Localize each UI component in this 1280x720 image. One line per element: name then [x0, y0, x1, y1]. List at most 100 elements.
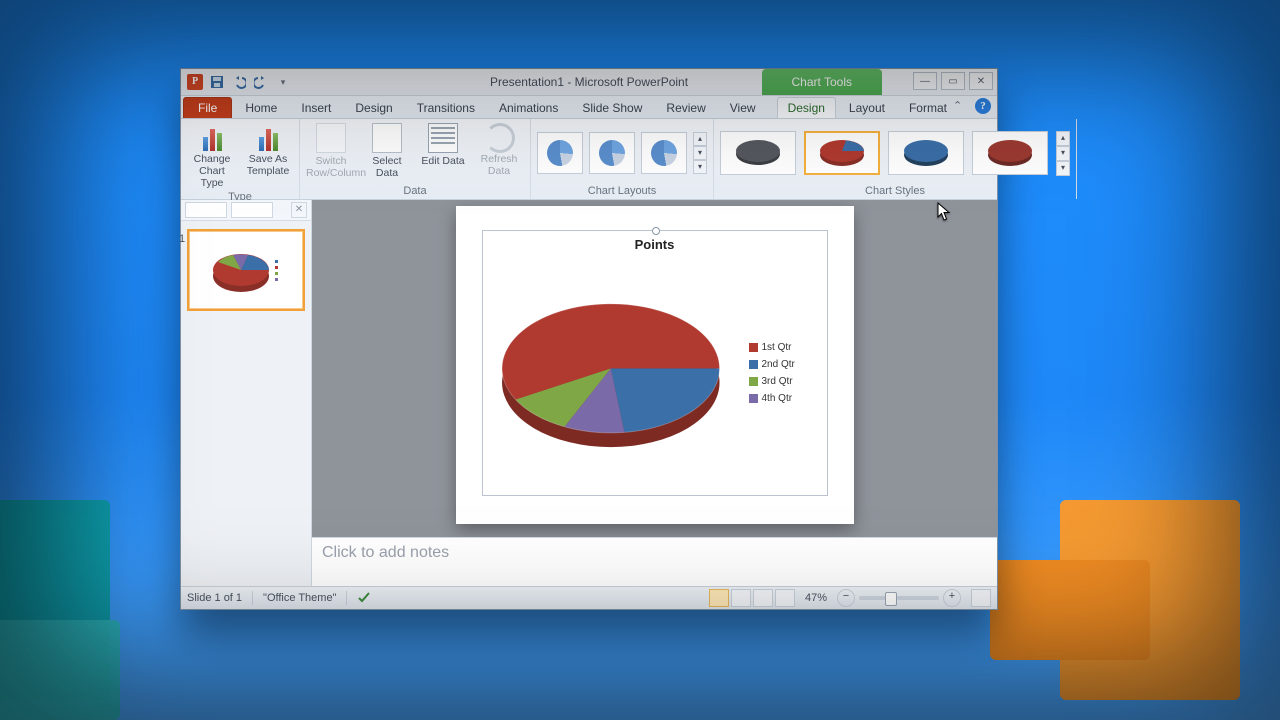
- group-label-chart-layouts: Chart Layouts: [537, 183, 707, 197]
- ribbon-group-chart-layouts: ▴▾▾ Chart Layouts: [531, 119, 714, 199]
- redo-icon[interactable]: [253, 74, 269, 90]
- window-minimize-button[interactable]: —: [913, 72, 937, 90]
- chart-legend: 1st Qtr2nd Qtr3rd Qtr4th Qtr: [749, 259, 819, 487]
- view-slidesorter-button[interactable]: [731, 589, 751, 607]
- zoom-out-button[interactable]: −: [837, 589, 855, 607]
- notes-pane[interactable]: Click to add notes: [312, 537, 997, 586]
- zoom-fit-button[interactable]: [971, 589, 991, 607]
- tab-charttools-layout[interactable]: Layout: [838, 97, 896, 118]
- tab-charttools-format[interactable]: Format: [898, 97, 958, 118]
- divider: [346, 591, 347, 605]
- help-icon[interactable]: ?: [975, 98, 991, 114]
- slide-thumbnail[interactable]: 1: [187, 229, 305, 311]
- change-chart-type-label: Change Chart Type: [187, 153, 237, 189]
- ribbon: Change Chart Type Save As Template Type …: [181, 119, 997, 200]
- chart-layouts-scroll[interactable]: ▴▾▾: [693, 132, 707, 174]
- view-reading-button[interactable]: [753, 589, 773, 607]
- tab-slideshow[interactable]: Slide Show: [571, 97, 653, 118]
- window-close-button[interactable]: ✕: [969, 72, 993, 90]
- wallpaper-shape: [990, 560, 1150, 660]
- slide-editor: Points 1st Qtr2nd Qtr3rd Qtr4th Qtr Clic…: [312, 200, 997, 586]
- resize-handle[interactable]: [652, 227, 660, 235]
- save-icon[interactable]: [209, 74, 225, 90]
- pane-close-button[interactable]: ✕: [291, 202, 307, 218]
- bar-chart-icon: [198, 123, 226, 151]
- pie-chart[interactable]: 1st Qtr2nd Qtr3rd Qtr4th Qtr: [491, 259, 819, 487]
- tab-charttools-design[interactable]: Design: [777, 97, 836, 118]
- save-as-template-button[interactable]: Save As Template: [243, 123, 293, 177]
- chart-layout-option[interactable]: [589, 132, 635, 174]
- chart-style-option-selected[interactable]: [804, 131, 880, 175]
- zoom-in-button[interactable]: +: [943, 589, 961, 607]
- select-data-button[interactable]: Select Data: [362, 123, 412, 179]
- divider: [252, 591, 253, 605]
- view-buttons: [709, 589, 795, 607]
- chart-style-option[interactable]: [720, 131, 796, 175]
- legend-label: 2nd Qtr: [762, 359, 795, 370]
- view-normal-button[interactable]: [709, 589, 729, 607]
- edit-data-label: Edit Data: [418, 155, 468, 167]
- tab-insert[interactable]: Insert: [290, 97, 342, 118]
- zoom-slider[interactable]: [859, 596, 939, 600]
- edit-data-button[interactable]: Edit Data: [418, 123, 468, 167]
- tab-home[interactable]: Home: [234, 97, 288, 118]
- tab-animations[interactable]: Animations: [488, 97, 569, 118]
- tab-view[interactable]: View: [719, 97, 767, 118]
- group-label-data: Data: [306, 183, 524, 197]
- ribbon-group-data: Switch Row/Column Select Data Edit Data …: [300, 119, 531, 199]
- zoom-level[interactable]: 47%: [805, 592, 827, 604]
- pie-chart-graphic: [491, 259, 749, 487]
- legend-swatch: [749, 377, 758, 386]
- contextual-tab-charttools: Chart Tools: [762, 69, 882, 95]
- refresh-data-button: Refresh Data: [474, 123, 524, 177]
- spellcheck-icon[interactable]: [357, 590, 371, 607]
- save-as-template-label: Save As Template: [243, 153, 293, 177]
- change-chart-type-button[interactable]: Change Chart Type: [187, 123, 237, 189]
- undo-icon[interactable]: [231, 74, 247, 90]
- slide-canvas-area[interactable]: Points 1st Qtr2nd Qtr3rd Qtr4th Qtr: [312, 200, 997, 537]
- tab-transitions[interactable]: Transitions: [406, 97, 486, 118]
- refresh-icon: [485, 123, 515, 153]
- status-theme: "Office Theme": [263, 592, 336, 604]
- notes-placeholder: Click to add notes: [322, 544, 449, 561]
- view-slideshow-button[interactable]: [775, 589, 795, 607]
- edit-data-icon: [428, 123, 458, 153]
- select-data-icon: [372, 123, 402, 153]
- tab-file[interactable]: File: [183, 97, 232, 118]
- legend-item: 4th Qtr: [749, 393, 819, 404]
- outline-tab[interactable]: [231, 202, 273, 218]
- slides-tab[interactable]: [185, 202, 227, 218]
- switch-row-column-label: Switch Row/Column: [306, 155, 356, 179]
- ribbon-group-chart-styles: ▴▾▾ Chart Styles: [714, 119, 1077, 199]
- zoom-slider-thumb[interactable]: [885, 592, 897, 606]
- chart-placeholder[interactable]: Points 1st Qtr2nd Qtr3rd Qtr4th Qtr: [482, 230, 828, 496]
- chart-layout-option[interactable]: [537, 132, 583, 174]
- group-label-chart-styles: Chart Styles: [720, 183, 1070, 197]
- legend-swatch: [749, 343, 758, 352]
- chart-style-option[interactable]: [888, 131, 964, 175]
- window-maximize-button[interactable]: ▭: [941, 72, 965, 90]
- legend-swatch: [749, 394, 758, 403]
- title-bar: ▾ Presentation1 - Microsoft PowerPoint C…: [181, 69, 997, 96]
- ribbon-tabs: File Home Insert Design Transitions Anim…: [181, 96, 997, 119]
- qat-customize-icon[interactable]: ▾: [275, 74, 291, 90]
- template-icon: [254, 123, 282, 151]
- slides-pane: ✕ 1: [181, 200, 312, 586]
- tab-design-main[interactable]: Design: [344, 97, 403, 118]
- tab-review[interactable]: Review: [655, 97, 716, 118]
- legend-label: 1st Qtr: [762, 342, 792, 353]
- pie-thumbnail-icon: [201, 240, 291, 300]
- chart-styles-scroll[interactable]: ▴▾▾: [1056, 131, 1070, 176]
- pie-icon: [547, 140, 573, 166]
- legend-swatch: [749, 360, 758, 369]
- slide[interactable]: Points 1st Qtr2nd Qtr3rd Qtr4th Qtr: [456, 206, 854, 524]
- status-slide-indicator: Slide 1 of 1: [187, 592, 242, 604]
- chart-style-option[interactable]: [972, 131, 1048, 175]
- ribbon-collapse-icon[interactable]: [953, 98, 969, 114]
- refresh-data-label: Refresh Data: [474, 153, 524, 177]
- slide-number-label: 1: [179, 233, 185, 245]
- select-data-label: Select Data: [362, 155, 412, 179]
- switch-row-column-icon: [316, 123, 346, 153]
- chart-layout-option[interactable]: [641, 132, 687, 174]
- ribbon-group-type: Change Chart Type Save As Template Type: [181, 119, 300, 199]
